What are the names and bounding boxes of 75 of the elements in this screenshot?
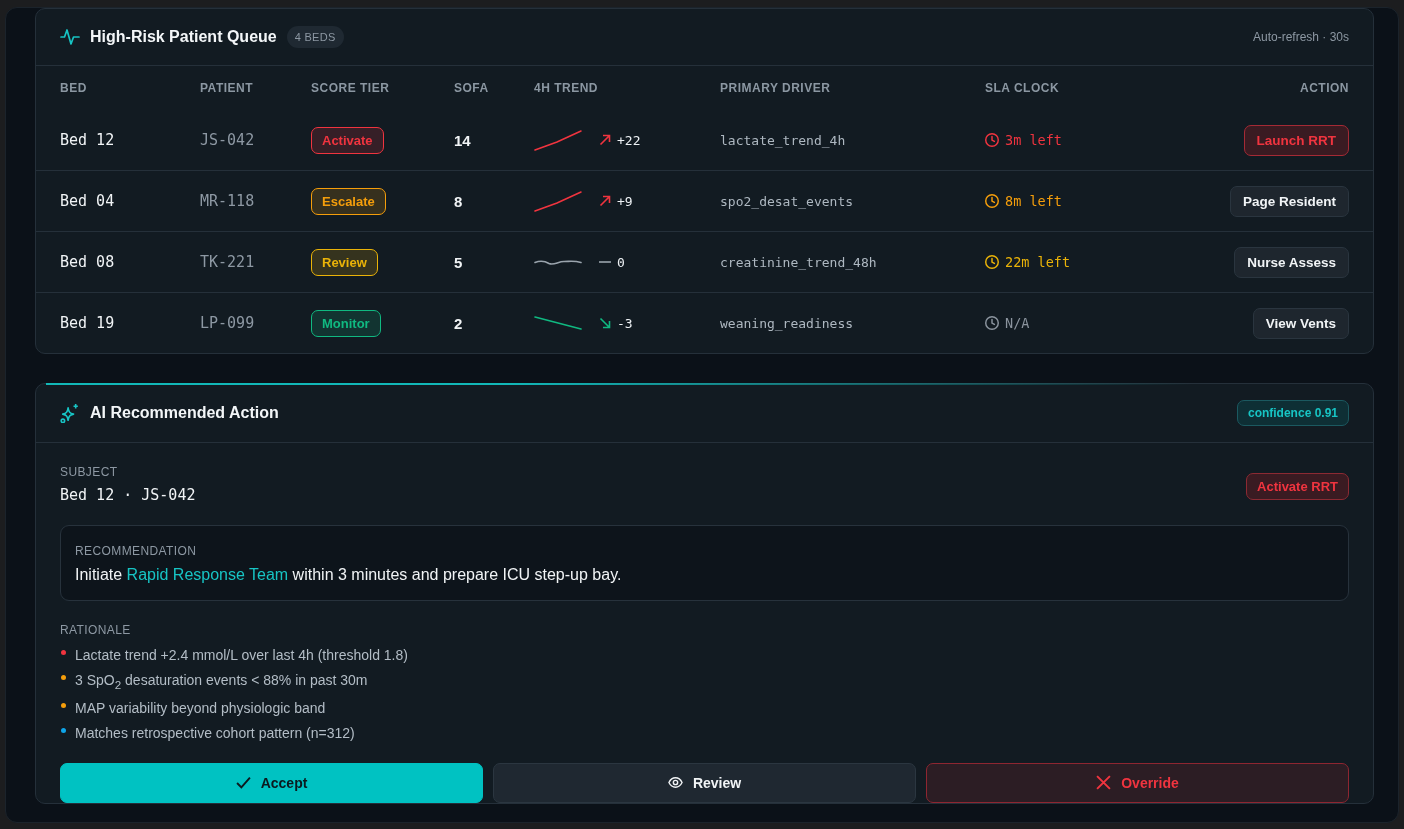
trend-delta: -3 bbox=[617, 315, 633, 331]
trend-sparkline bbox=[534, 316, 582, 330]
recommendation-title: AI Recommended Action bbox=[90, 404, 279, 422]
trend-sparkline bbox=[534, 259, 582, 265]
eye-icon bbox=[667, 775, 683, 791]
sla-time: N/A bbox=[1005, 315, 1030, 331]
action-badge: Activate RRT bbox=[1246, 473, 1349, 500]
primary-driver-cell-text: lactate_trend_4h bbox=[720, 132, 847, 148]
column-header: SCORE TIER bbox=[311, 81, 391, 95]
primary-driver-cell-text: creatinine_trend_48h bbox=[720, 254, 878, 270]
trend-delta: 0 bbox=[617, 254, 625, 270]
arrow-down-right-icon bbox=[599, 317, 611, 329]
action-button[interactable]: Launch RRT bbox=[1243, 124, 1349, 156]
danger-action-button[interactable]: Override bbox=[926, 762, 1349, 803]
rationale-item: 3 SpO$_{2}$ desaturation events < 88% in past 30m bbox=[75, 672, 368, 691]
primary-driver-cell-text: weaning_readiness bbox=[720, 315, 855, 331]
close-icon bbox=[1096, 775, 1112, 791]
column-header: SOFA bbox=[454, 81, 490, 95]
primary-driver-cell-text: spo2_desat_events bbox=[720, 193, 855, 209]
rationale-label: RATIONALE bbox=[60, 623, 132, 637]
pulse-icon bbox=[60, 27, 80, 47]
patient-id-cell-text: JS-042 bbox=[200, 131, 256, 149]
action-button[interactable]: Page Resident bbox=[1229, 185, 1349, 217]
bed-cell-text: Bed 04 bbox=[60, 192, 116, 210]
sofa-score-cell-text: 5 bbox=[454, 253, 464, 271]
bed-cell-text: Bed 19 bbox=[60, 314, 116, 332]
rationale-item: Matches retrospective cohort pattern (n=312) bbox=[75, 724, 355, 741]
sla-time: 3m left bbox=[1005, 132, 1062, 148]
score-tier-badge: Escalate bbox=[311, 187, 386, 215]
queue-title: High-Risk Patient Queue bbox=[90, 28, 277, 46]
score-tier-badge: Monitor bbox=[311, 309, 381, 337]
score-tier-badge: Activate bbox=[311, 126, 384, 154]
arrow-up-right-icon bbox=[599, 195, 611, 207]
column-header: ACTION bbox=[1300, 81, 1349, 95]
clock-icon bbox=[985, 194, 999, 208]
clock-icon bbox=[985, 255, 999, 269]
sofa-score-cell-text: 14 bbox=[454, 131, 472, 149]
bed-cell-text: Bed 12 bbox=[60, 131, 116, 149]
trend-delta: +9 bbox=[617, 193, 633, 209]
patient-id-cell-text: TK-221 bbox=[200, 253, 256, 271]
action-button[interactable]: Nurse Assess bbox=[1234, 246, 1349, 278]
column-header: BED bbox=[60, 81, 88, 95]
dash-icon bbox=[599, 261, 611, 263]
patient-id-cell-text: LP-099 bbox=[200, 314, 256, 332]
clock-icon bbox=[985, 316, 999, 330]
rationale-item: Lactate trend +2.4 mmol/L over last 4h (threshold 1.8) bbox=[75, 647, 408, 663]
confidence-badge: confidence 0.91 bbox=[1236, 400, 1349, 426]
bed-count-badge: 4 BEDS bbox=[286, 26, 344, 48]
column-header: PATIENT bbox=[200, 81, 255, 95]
arrow-up-right-icon bbox=[599, 134, 611, 146]
trend-sparkline bbox=[534, 129, 582, 151]
bed-cell-text: Bed 08 bbox=[60, 253, 116, 271]
sparkle-icon bbox=[60, 403, 80, 423]
auto-refresh-label: Auto-refresh · 30s bbox=[1252, 30, 1349, 44]
trend-delta: +22 bbox=[617, 132, 641, 148]
primary-action-button[interactable]: Accept bbox=[60, 762, 483, 803]
subject-value: Bed 12 · JS-042 bbox=[60, 486, 196, 504]
column-header: SLA CLOCK bbox=[985, 81, 1061, 95]
clock-icon bbox=[985, 133, 999, 147]
secondary-action-button[interactable]: Review bbox=[493, 762, 916, 803]
recommendation-text: Initiate Rapid Response Team within 3 minutes and prepare ICU step-up bay. bbox=[75, 566, 623, 584]
score-tier-badge: Review bbox=[311, 248, 378, 276]
sla-time: 8m left bbox=[1005, 193, 1062, 209]
sla-time: 22m left bbox=[1005, 254, 1071, 270]
subject-label: SUBJECT bbox=[60, 465, 119, 479]
column-header: PRIMARY DRIVER bbox=[720, 81, 832, 95]
rationale-item: MAP variability beyond physiologic band bbox=[75, 699, 326, 716]
sofa-score-cell-text: 8 bbox=[454, 192, 464, 210]
column-header: 4H TREND bbox=[534, 81, 599, 95]
trend-sparkline bbox=[534, 190, 582, 212]
sofa-score-cell-text: 2 bbox=[454, 314, 464, 332]
recommendation-label: RECOMMENDATION bbox=[75, 544, 198, 558]
action-button[interactable]: View Vents bbox=[1252, 307, 1349, 339]
patient-id-cell-text: MR-118 bbox=[200, 192, 256, 210]
check-icon bbox=[235, 775, 251, 791]
